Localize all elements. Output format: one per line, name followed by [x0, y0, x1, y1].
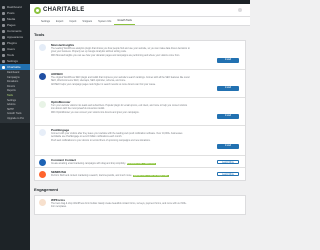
engagement-card: WPForms The best drag & drop WordPress f…	[34, 195, 246, 215]
install-button[interactable]: Install	[217, 114, 239, 119]
sidebar-item-label: Plugins	[7, 41, 17, 45]
tool-card-desc: Turn your website visitors into leads an…	[51, 105, 191, 111]
tool-card: OptinMonster Turn your website visitors i…	[35, 98, 245, 126]
tool-card-desc: Connect with your visitors after they le…	[51, 133, 191, 139]
offer-badge: Exclusive Offer - Save 20%.	[126, 163, 157, 165]
tool-card-title: SEMRUSH	[51, 170, 67, 174]
tool-card-desc-secondary: Push web notifications to your donors to…	[51, 140, 151, 142]
tab-snippets[interactable]: Snippets	[79, 20, 95, 25]
constant-contact-icon	[39, 159, 46, 166]
tool-card-title: Constant Contact	[51, 158, 76, 162]
tool-card-desc-text: The leading WordPress analytics plugin t…	[51, 48, 190, 53]
tool-card-desc-text: Perform SEO and content marketing resear…	[51, 175, 133, 177]
brand-header: CHARITABLE	[30, 4, 250, 17]
tool-card: AIOSEO The original WordPress SEO plugin …	[35, 70, 245, 98]
sidebar-item-label: Appearance	[7, 35, 24, 39]
tool-card-title: AIOSEO	[51, 72, 63, 76]
help-icon[interactable]	[238, 8, 242, 12]
main-content: CHARITABLE Settings Export Import Snippets S…	[30, 4, 250, 250]
tool-card-desc-text: Turn your website visitors into leads an…	[51, 105, 188, 110]
tool-card-desc-text: Connect with your visitors after they le…	[51, 133, 183, 138]
tool-card-title: PushEngage	[51, 128, 70, 132]
tab-import[interactable]: Import	[66, 20, 79, 25]
tool-card-desc: The original WordPress SEO plugin and to…	[51, 77, 191, 83]
semrush-icon	[39, 171, 46, 178]
tool-card-desc-text: The original WordPress SEO plugin and to…	[51, 77, 190, 82]
media-icon	[2, 17, 5, 21]
section-title-tools: Tools	[34, 32, 45, 37]
tools-tabs: Settings Export Import Snippets System Info G…	[30, 17, 250, 26]
sidebar-item-label: Settings	[7, 59, 18, 63]
tool-card: PushEngage Connect with your visitors aft…	[35, 126, 245, 156]
brand-name: CHARITABLE	[43, 7, 85, 13]
sidebar-item-label: Media	[7, 17, 16, 21]
install-button[interactable]: Install	[217, 86, 239, 91]
install-button[interactable]: Install	[217, 58, 239, 63]
pushengage-icon	[39, 129, 46, 136]
install-button[interactable]: Install	[217, 144, 239, 149]
tab-growth-tools[interactable]: Growth Tools	[114, 19, 135, 25]
tool-card-desc-secondary: AIOSEO helps your campaign pages rank hi…	[51, 84, 156, 86]
page-icon	[2, 23, 5, 27]
plug-icon	[2, 41, 5, 45]
engagement-card-title: WPForms	[51, 198, 66, 202]
sidebar-item-label: Comments	[7, 29, 22, 33]
learn-more-button[interactable]: Learn More	[217, 171, 239, 176]
sidebar-item-label: Posts	[7, 11, 15, 15]
sidebar-item-label: Tools	[7, 53, 15, 57]
dashboard-icon	[2, 5, 5, 9]
aioseo-icon	[39, 73, 46, 80]
tool-card: MonsterInsights The leading WordPress ana…	[35, 41, 245, 70]
tab-settings[interactable]: Settings	[38, 20, 53, 25]
sidebar-submenu: Dashboard Campaigns Donations Donors Reports…	[0, 70, 30, 123]
sidebar-item-label: Dashboard	[7, 5, 22, 9]
section-title-engagement: Engagement	[34, 187, 59, 192]
offer-badge: Special Offer - First 14 Days Free.	[132, 175, 169, 177]
settings-icon	[2, 59, 5, 63]
sidebar-item-label: Users	[7, 47, 15, 51]
wpforms-icon	[39, 199, 46, 206]
submenu-item-upgrade-to-pro[interactable]: Upgrade to Pro	[0, 117, 30, 122]
tool-card: Constant Contact Create amazing email mar…	[35, 156, 245, 168]
learn-more-button[interactable]: Learn More	[217, 159, 239, 164]
comment-icon	[2, 29, 5, 33]
tool-card-desc: Perform SEO and content marketing resear…	[51, 175, 191, 178]
sidebar-item-label: Pages	[7, 23, 16, 27]
tool-card-desc-text: Create amazing email marketing campaigns…	[51, 163, 126, 165]
brush-icon	[2, 35, 5, 39]
tool-card-title: OptinMonster	[51, 100, 71, 104]
tools-list: MonsterInsights The leading WordPress ana…	[34, 40, 246, 181]
optinmonster-icon	[39, 101, 46, 108]
engagement-card-desc: The best drag & drop WordPress form buil…	[51, 203, 187, 208]
wrench-icon	[2, 53, 5, 57]
charitable-logo-icon	[34, 6, 41, 14]
tool-card-desc: Create amazing email marketing campaigns…	[51, 163, 191, 166]
charitable-icon	[2, 65, 5, 69]
tab-export[interactable]: Export	[53, 20, 66, 25]
tool-card-desc: The leading WordPress analytics plugin t…	[51, 48, 191, 54]
monsterinsights-icon	[39, 44, 46, 51]
tool-card: SEMRUSH Perform SEO and content marketing…	[35, 168, 245, 180]
sidebar-item-label: Charitable	[7, 65, 21, 69]
user-icon	[2, 47, 5, 51]
tool-card-desc-secondary: With MonsterInsights you can see how you…	[51, 55, 180, 57]
pin-icon	[2, 11, 5, 15]
tab-system-info[interactable]: System Info	[95, 20, 114, 25]
tool-card-desc-secondary: With OptinMonster you can convert your v…	[51, 112, 140, 114]
admin-sidebar: Dashboard Posts Media Pages Comments Appearan…	[0, 4, 30, 250]
tool-card-title: MonsterInsights	[51, 43, 75, 47]
